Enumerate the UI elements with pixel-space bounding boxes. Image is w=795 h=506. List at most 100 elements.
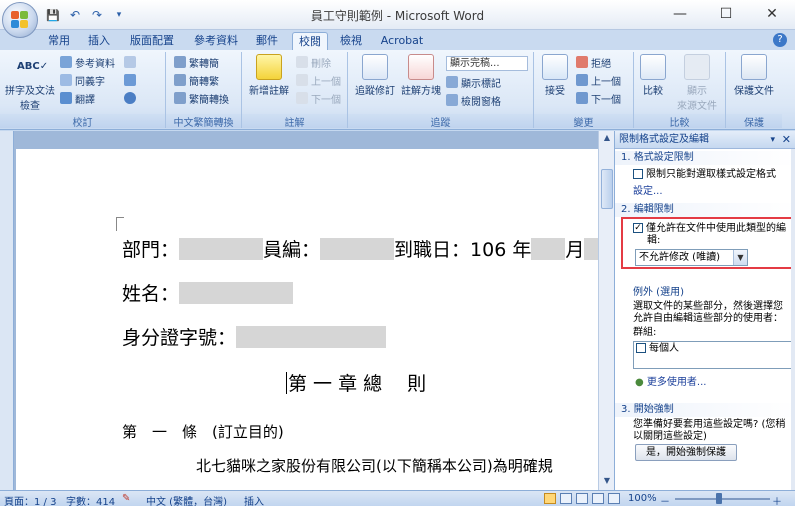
formatting-checkbox-icon[interactable] bbox=[633, 169, 643, 179]
tab-mailings[interactable]: 郵件 bbox=[252, 32, 282, 50]
formatting-settings-link[interactable]: 設定... bbox=[633, 186, 663, 198]
document-page[interactable]: 部門： 員編： 到職日：106 年 月 日 姓名： 身分證字號： 第 一 章 總… bbox=[16, 149, 598, 490]
word-count[interactable]: 字數：414 bbox=[66, 493, 115, 506]
minimize-button[interactable]: — bbox=[657, 0, 703, 28]
users-icon: ● bbox=[635, 377, 644, 388]
group-everyone-row[interactable]: 每個人 bbox=[634, 342, 794, 356]
reject-icon bbox=[576, 56, 588, 68]
tab-review[interactable]: 校閱 bbox=[292, 32, 328, 50]
article-heading[interactable]: 第 一 條 (訂立目的) bbox=[122, 421, 284, 442]
tab-acrobat[interactable]: Acrobat bbox=[378, 32, 426, 50]
next-comment-icon bbox=[296, 92, 308, 104]
tab-page-layout[interactable]: 版面配置 bbox=[126, 32, 178, 50]
prev-change-button[interactable]: 上一個 bbox=[576, 72, 621, 88]
trad-to-simp-button[interactable]: 繁轉簡 bbox=[174, 54, 219, 70]
accept-button[interactable]: 接受 bbox=[536, 54, 574, 97]
group-proofing: ABC✓ 拼字及文法 檢查 參考資料 同義字 翻譯 校訂 bbox=[0, 52, 166, 129]
zoom-slider-thumb[interactable] bbox=[716, 493, 722, 504]
chevron-down-icon[interactable]: ▼ bbox=[733, 250, 747, 265]
reject-button[interactable]: 拒絕 bbox=[576, 54, 611, 70]
month-blank bbox=[531, 237, 566, 260]
tab-view[interactable]: 檢視 bbox=[336, 32, 366, 50]
section-editing: 2. 編輯限制 bbox=[615, 203, 795, 217]
track-changes-button[interactable]: 追蹤修訂 bbox=[352, 54, 398, 97]
research-button[interactable]: 參考資料 bbox=[60, 54, 115, 70]
show-markup-button[interactable]: 顯示標記 bbox=[446, 74, 501, 90]
doc-line-name[interactable]: 姓名： bbox=[122, 279, 294, 306]
tab-home[interactable]: 常用 bbox=[44, 32, 74, 50]
chapter-title-text: 第 一 章 總 則 bbox=[288, 373, 427, 395]
dept-blank bbox=[179, 237, 264, 260]
scroll-up-icon[interactable]: ▲ bbox=[601, 133, 613, 145]
screentip-button[interactable] bbox=[124, 54, 136, 70]
maximize-button[interactable]: ☐ bbox=[703, 0, 749, 28]
outline-view-icon[interactable] bbox=[592, 493, 604, 504]
word-count-button[interactable] bbox=[124, 90, 136, 106]
spell-check-button[interactable]: ABC✓ 拼字及文法 檢查 bbox=[2, 54, 58, 112]
chapter-title[interactable]: 第 一 章 總 則 bbox=[286, 369, 426, 396]
balloons-button[interactable]: 註解方塊 bbox=[398, 54, 444, 97]
translate-button[interactable]: 翻譯 bbox=[60, 90, 95, 106]
prev-comment-button: 上一個 bbox=[296, 72, 341, 88]
abc-check-icon: ABC✓ bbox=[17, 61, 49, 72]
zoom-out-icon[interactable]: － bbox=[660, 493, 670, 506]
chinese-convert-label: 繁簡轉換 bbox=[189, 94, 229, 106]
pane-menu-icon[interactable]: ▾ bbox=[770, 131, 775, 149]
formatting-restriction-checkbox[interactable]: 限制只能對選取樣式設定格式 bbox=[633, 169, 776, 181]
editing-restriction-checkbox[interactable]: ✓ 僅允許在文件中使用此類型的編 bbox=[633, 223, 786, 235]
editing-type-select[interactable]: 不允許修改 (唯讀) ▼ bbox=[635, 249, 748, 266]
draft-view-icon[interactable] bbox=[608, 493, 620, 504]
display-for-review-dropdown[interactable]: 顯示完稿... bbox=[446, 56, 528, 71]
compare-button[interactable]: 比較 bbox=[636, 54, 670, 97]
pane-close-icon[interactable]: ✕ bbox=[782, 131, 791, 149]
start-enforcing-button[interactable]: 是，開始強制保護 bbox=[635, 444, 737, 461]
prev-comment-label: 上一個 bbox=[311, 76, 341, 88]
web-layout-view-icon[interactable] bbox=[576, 493, 588, 504]
more-users-link[interactable]: ● 更多使用者... bbox=[635, 377, 706, 389]
next-comment-label: 下一個 bbox=[311, 94, 341, 106]
language-status[interactable]: 中文 (繁體，台灣) bbox=[146, 493, 227, 506]
spell-check-label: 拼字及文法 bbox=[5, 86, 55, 97]
show-source-label2: 來源文件 bbox=[677, 101, 717, 112]
doc-line-dept[interactable]: 部門： 員編： 到職日：106 年 月 日 bbox=[122, 235, 598, 262]
zoom-level[interactable]: 100% bbox=[628, 493, 657, 504]
new-comment-button[interactable]: 新增註解 bbox=[244, 54, 294, 97]
zoom-in-icon[interactable]: ＋ bbox=[772, 493, 782, 506]
chinese-convert-button[interactable]: 繁簡轉換 bbox=[174, 90, 229, 106]
editing-checkbox-icon[interactable]: ✓ bbox=[633, 223, 643, 233]
full-screen-view-icon[interactable] bbox=[560, 493, 572, 504]
doc-line-id[interactable]: 身分證字號： bbox=[122, 323, 387, 350]
scroll-thumb[interactable] bbox=[601, 169, 613, 209]
prev-comment-icon bbox=[296, 74, 308, 86]
pane-scrollbar[interactable] bbox=[791, 149, 795, 490]
groups-list[interactable]: 每個人 bbox=[633, 341, 795, 369]
proofing-status-icon[interactable]: ✎ bbox=[122, 493, 130, 504]
dept-label: 部門： bbox=[122, 239, 180, 261]
exceptions-text-2: 允許自由編輯這些部分的使用者： bbox=[633, 313, 783, 324]
body-line[interactable]: 北七貓咪之家股份有限公司(以下簡稱本公司)為明確規 bbox=[196, 455, 553, 476]
print-layout-view-icon[interactable] bbox=[544, 493, 556, 504]
everyone-checkbox-icon[interactable] bbox=[636, 343, 646, 353]
zoom-slider[interactable] bbox=[675, 498, 770, 500]
formatting-checkbox-label: 限制只能對選取樣式設定格式 bbox=[646, 169, 776, 180]
scroll-down-icon[interactable]: ▼ bbox=[601, 476, 613, 488]
tab-insert[interactable]: 插入 bbox=[84, 32, 114, 50]
tab-references[interactable]: 參考資料 bbox=[190, 32, 242, 50]
document-vertical-scrollbar[interactable]: ▲ ▼ bbox=[598, 131, 614, 490]
insert-mode[interactable]: 插入 bbox=[244, 493, 264, 506]
balloons-label: 註解方塊 bbox=[401, 86, 441, 97]
office-logo-icon bbox=[11, 11, 29, 29]
show-source-icon bbox=[684, 54, 710, 80]
language-button[interactable] bbox=[124, 72, 136, 88]
protect-document-button[interactable]: 保護文件 bbox=[728, 54, 780, 97]
chinese-convert-icon bbox=[174, 92, 186, 104]
next-change-button[interactable]: 下一個 bbox=[576, 90, 621, 106]
simp-to-trad-button[interactable]: 簡轉繁 bbox=[174, 72, 219, 88]
protect-document-label: 保護文件 bbox=[734, 86, 774, 97]
reviewing-pane-button[interactable]: 檢閱窗格 bbox=[446, 92, 501, 108]
thesaurus-button[interactable]: 同義字 bbox=[60, 72, 105, 88]
office-button[interactable] bbox=[2, 2, 38, 38]
page-count[interactable]: 頁面：1 / 3 bbox=[4, 493, 56, 506]
close-button[interactable]: ✕ bbox=[749, 0, 795, 28]
help-icon[interactable]: ? bbox=[773, 33, 787, 47]
